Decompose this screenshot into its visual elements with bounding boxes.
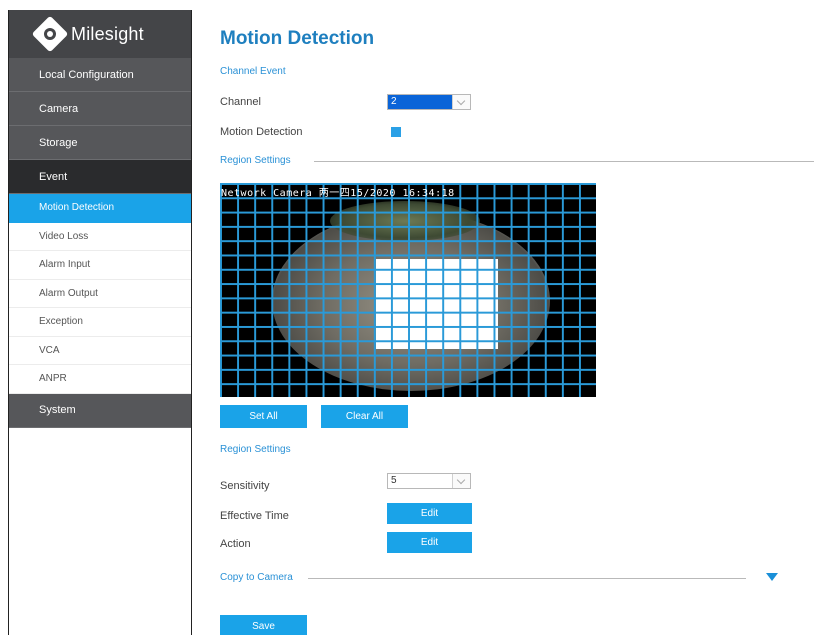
region-grid-overlay[interactable] [220,183,596,397]
channel-label: Channel [220,96,261,108]
sidebar-item-system[interactable]: System [9,393,191,428]
effective-time-label: Effective Time [220,510,289,522]
channel-select[interactable]: 2 [387,94,471,110]
milesight-logo-icon [31,15,69,53]
clear-all-button[interactable]: Clear All [321,405,408,428]
set-all-button[interactable]: Set All [220,405,307,428]
motion-region-grid[interactable]: Network Camera 两一四15/2020 16:34:18 [220,183,596,397]
sidebar-item-storage[interactable]: Storage [9,126,191,160]
motion-detection-label: Motion Detection [220,126,303,138]
sidebar-item-camera[interactable]: Camera [9,92,191,126]
region-settings-heading-2: Region Settings [220,444,291,455]
sidebar-subitem-vca[interactable]: VCA [9,336,191,365]
section-divider [314,161,814,162]
sidebar-subitem-video-loss[interactable]: Video Loss [9,222,191,251]
sidebar-item-event[interactable]: Event [9,160,191,194]
sidebar: Milesight Local Configuration Camera Sto… [8,10,192,635]
action-label: Action [220,538,251,550]
sidebar-subitem-alarm-output[interactable]: Alarm Output [9,279,191,308]
page-title: Motion Detection [220,28,375,49]
sidebar-subitem-anpr[interactable]: ANPR [9,365,191,394]
effective-time-edit-button[interactable]: Edit [387,503,472,524]
sensitivity-select[interactable]: 5 [387,473,471,489]
brand-name: Milesight [71,23,144,44]
sidebar-subitem-exception[interactable]: Exception [9,308,191,337]
expand-triangle-icon[interactable] [766,573,778,581]
chevron-down-icon [452,474,470,488]
sidebar-subitem-alarm-input[interactable]: Alarm Input [9,251,191,280]
save-button[interactable]: Save [220,615,307,635]
action-edit-button[interactable]: Edit [387,532,472,553]
sensitivity-select-value: 5 [391,475,397,486]
channel-event-heading: Channel Event [220,66,286,77]
copy-to-camera-heading: Copy to Camera [220,572,293,583]
region-settings-heading: Region Settings [220,155,291,166]
sensitivity-label: Sensitivity [220,480,270,492]
brand-logo: Milesight [9,10,191,58]
sidebar-item-local-configuration[interactable]: Local Configuration [9,58,191,92]
channel-select-value: 2 [388,95,452,109]
chevron-down-icon [452,95,470,109]
section-divider [308,578,746,579]
main-content: Motion Detection Channel Event Channel 2… [220,0,814,635]
sidebar-subitem-motion-detection[interactable]: Motion Detection [9,194,191,223]
motion-detection-checkbox[interactable] [391,127,401,137]
camera-osd-text: Network Camera 两一四15/2020 16:34:18 [221,188,455,199]
